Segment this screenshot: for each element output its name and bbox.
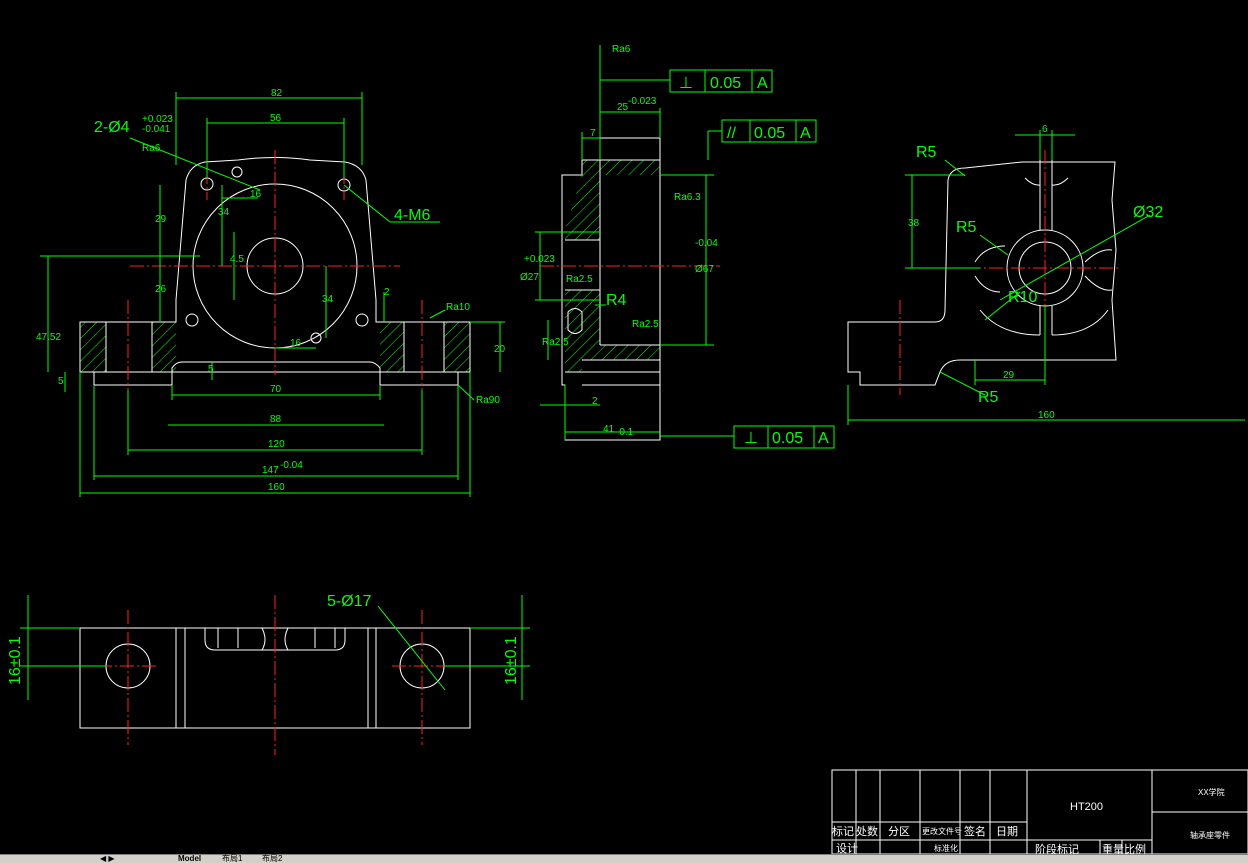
side-view <box>535 45 835 449</box>
cad-drawing-canvas[interactable]: 82 56 2-Ø4 +0.023 -0.041 Ra6 16 29 34 4.… <box>0 0 1248 854</box>
dim-56: 56 <box>270 113 282 124</box>
dim-160: 160 <box>268 482 285 493</box>
dim-5a: 5 <box>58 376 64 387</box>
front-view <box>40 92 505 497</box>
gdt3-symbol: ⊥ <box>744 430 758 447</box>
side-r4: R4 <box>606 292 627 309</box>
dim-70: 70 <box>270 384 282 395</box>
dim-147-tol: -0.04 <box>280 460 303 471</box>
section-r5b: R5 <box>956 219 977 236</box>
front-hatch-right-inner <box>380 322 404 372</box>
side-hatch-top <box>565 160 660 240</box>
title-block <box>831 769 1248 854</box>
dim-120: 120 <box>268 439 285 450</box>
section-dim-38: 38 <box>908 218 920 229</box>
tb-material: HT200 <box>1070 801 1103 813</box>
tb-stage-mark: 阶段标记 <box>1035 842 1079 854</box>
dim-88: 88 <box>270 414 282 425</box>
side-dim-41: 41 <box>603 424 615 435</box>
section-dia-32: Ø32 <box>1133 204 1163 221</box>
side-tol-67: -0.04 <box>695 238 718 249</box>
tb-col-count: 处数 <box>856 825 878 838</box>
bottom-left-tol: 16±0.1 <box>7 636 24 685</box>
rough-bottom: Ra90 <box>476 395 500 406</box>
bottom-view <box>20 595 530 755</box>
gdt2-value: 0.05 <box>754 125 785 142</box>
side-tol-27: +0.023 <box>524 254 555 265</box>
gdt3-value: 0.05 <box>772 430 803 447</box>
dim-29: 29 <box>155 214 167 225</box>
dim-16a: 16 <box>250 189 262 200</box>
side-tol-25: -0.023 <box>628 96 657 107</box>
gdt1-value: 0.05 <box>710 75 741 92</box>
section-r5a: R5 <box>916 144 937 161</box>
side-view-labels: Ra6 ⊥ 0.05 A 25 -0.023 7 // 0.05 A Ra6.3… <box>520 44 829 447</box>
gdt3-datum: A <box>818 430 829 447</box>
tb-col-mark: 标记 <box>832 824 854 838</box>
dim-26: 26 <box>155 284 167 295</box>
tb-row-std: 标准化 <box>934 843 958 853</box>
side-tol-41: -0.1 <box>616 427 634 438</box>
dim-5b: 5 <box>208 364 214 375</box>
dim-4752: 47.52 <box>36 332 61 343</box>
gdt1-symbol: ⊥ <box>679 75 693 92</box>
gdt2-symbol: // <box>727 125 736 142</box>
tb-weight: 重量 <box>1102 842 1124 854</box>
dim-82: 82 <box>271 88 283 99</box>
dim-hole-callout: 2-Ø4 <box>94 119 130 136</box>
side-dim-7: 7 <box>590 128 596 139</box>
front-view-labels: 82 56 2-Ø4 +0.023 -0.041 Ra6 16 29 34 4.… <box>36 88 506 493</box>
section-dim-6: 6 <box>1042 124 1048 135</box>
side-rough-b: Ra2.5 <box>632 319 659 330</box>
bottom-holes: 5-Ø17 <box>327 593 372 610</box>
section-dim-160: 160 <box>1038 410 1055 421</box>
gdt1-datum: A <box>757 75 768 92</box>
front-hatch-right <box>444 322 470 372</box>
front-hatch-left-inner <box>152 322 176 372</box>
side-dim-25: 25 <box>617 102 629 113</box>
tb-col-sign: 签名 <box>964 824 986 838</box>
dim-20: 20 <box>494 344 506 355</box>
side-rough-c: Ra2.5 <box>542 337 569 348</box>
rough-top: Ra10 <box>446 302 470 313</box>
tb-row-design: 设计 <box>836 842 858 854</box>
tb-col-zone: 分区 <box>888 825 910 838</box>
tb-col-date: 日期 <box>996 825 1018 838</box>
dim-16b: 16 <box>290 338 302 349</box>
dim-tol-lower: -0.041 <box>142 124 171 135</box>
dim-thread: 4-M6 <box>394 207 431 224</box>
side-rough-face: Ra6.3 <box>674 192 701 203</box>
side-rough-top: Ra6 <box>612 44 631 55</box>
section-outline <box>847 161 1117 386</box>
dim-34a: 34 <box>218 207 230 218</box>
tb-part-name: 轴承座零件 <box>1190 830 1230 840</box>
dim-34b: 34 <box>322 294 334 305</box>
gdt2-datum: A <box>800 125 811 142</box>
side-dia-67: Ø67 <box>695 264 714 275</box>
side-outline <box>561 137 661 441</box>
tb-scale: 比例 <box>1124 842 1146 854</box>
rough-hole: Ra6 <box>142 143 161 154</box>
bottom-right-tol: 16±0.1 <box>503 636 520 685</box>
side-rough-a: Ra2.5 <box>566 274 593 285</box>
dim-45: 4.5 <box>230 254 244 265</box>
section-r5c: R5 <box>978 389 999 406</box>
side-dim-2: 2 <box>592 396 598 407</box>
section-r10: R10 <box>1008 289 1037 306</box>
front-hatch-left <box>80 322 106 372</box>
dim-2: 2 <box>384 287 390 298</box>
title-block-labels: HT200 XX学院 轴承座零件 标记 处数 分区 更改文件号 签名 日期 设计… <box>832 787 1230 854</box>
section-dim-29: 29 <box>1003 370 1015 381</box>
side-dia-27: Ø27 <box>520 272 539 283</box>
tb-col-doc: 更改文件号 <box>922 826 962 836</box>
section-view <box>847 130 1245 425</box>
tb-school: XX学院 <box>1198 787 1225 797</box>
dim-147: 147 <box>262 465 279 476</box>
